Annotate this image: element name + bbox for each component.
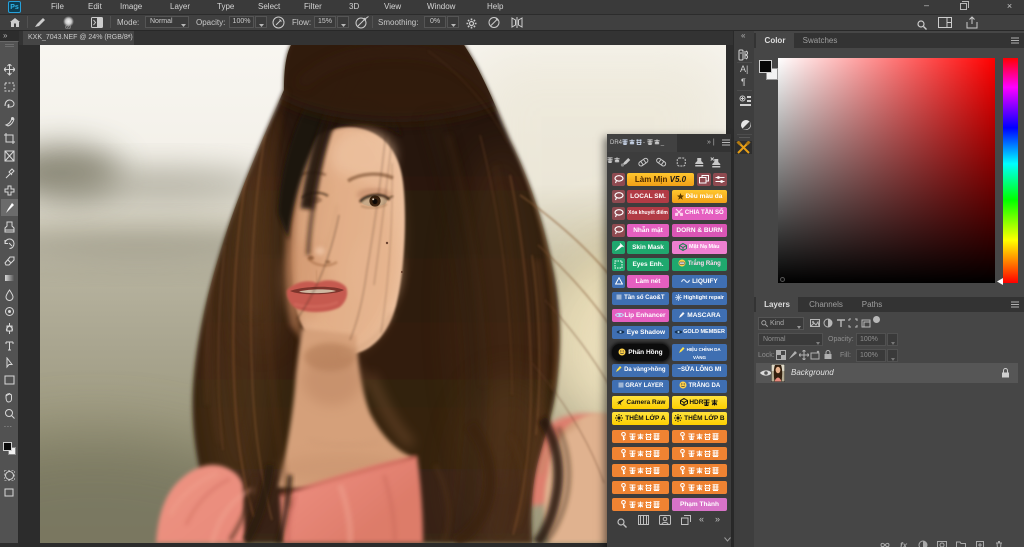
svg-text:fx: fx [900,541,908,547]
